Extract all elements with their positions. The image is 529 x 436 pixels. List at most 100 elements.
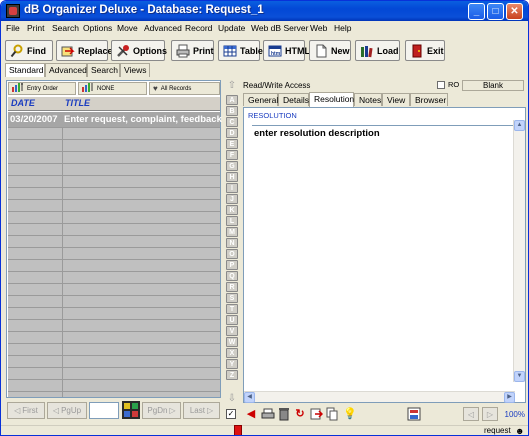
minimize-button[interactable]: _ (468, 3, 485, 20)
exit-button[interactable]: Exit (405, 40, 445, 61)
scroll-up-arrow-icon[interactable]: ▲ (514, 120, 525, 131)
table-row[interactable] (8, 140, 220, 152)
first-button[interactable]: ◁ First (7, 402, 45, 419)
alpha-c[interactable]: C (226, 117, 238, 127)
table-row[interactable] (8, 308, 220, 320)
alpha-d[interactable]: D (226, 128, 238, 138)
scroll-down-icon[interactable]: ⇩ (225, 393, 239, 405)
alpha-z[interactable]: Z (226, 370, 238, 380)
mark-checkbox[interactable]: ✓ (226, 409, 236, 419)
table-row[interactable] (8, 128, 220, 140)
alpha-p[interactable]: P (226, 260, 238, 270)
all-records-button[interactable]: ♥ All Records (149, 82, 220, 95)
table-row[interactable] (8, 236, 220, 248)
prev-record-icon[interactable]: ◁ (463, 407, 479, 421)
export-icon[interactable] (309, 407, 324, 421)
menu-print[interactable]: Print (27, 23, 44, 33)
alpha-l[interactable]: L (226, 216, 238, 226)
save-record-icon[interactable] (407, 407, 421, 421)
tab-browser[interactable]: Browser (410, 93, 448, 106)
html-button[interactable]: htm HTML (263, 40, 310, 61)
column-title-header[interactable]: TITLE (65, 98, 90, 108)
table-row[interactable] (8, 380, 220, 392)
table-row[interactable] (8, 164, 220, 176)
scroll-right-arrow-icon[interactable]: ▶ (504, 392, 515, 403)
alpha-n[interactable]: N (226, 238, 238, 248)
tab-view[interactable]: View (382, 93, 410, 106)
next-record-icon[interactable]: ▷ (482, 407, 498, 421)
pgdn-button[interactable]: PgDn ▷ (142, 402, 181, 419)
menu-file[interactable]: File (6, 23, 20, 33)
alpha-k[interactable]: K (226, 205, 238, 215)
alpha-r[interactable]: R (226, 282, 238, 292)
tab-notes[interactable]: Notes (354, 93, 382, 106)
menu-update[interactable]: Update (218, 23, 245, 33)
scroll-left-arrow-icon[interactable]: ◀ (244, 392, 255, 403)
table-button[interactable]: Table (218, 40, 263, 61)
table-row[interactable] (8, 224, 220, 236)
alpha-g[interactable]: G (226, 161, 238, 171)
lock-icon[interactable] (234, 425, 242, 435)
last-button[interactable]: Last ▷ (183, 402, 220, 419)
tab-standard[interactable]: Standard (5, 63, 45, 77)
pgup-button[interactable]: ◁ PgUp (47, 402, 87, 419)
back-arrow-icon[interactable]: ◀ (244, 407, 258, 421)
alpha-a[interactable]: A (226, 95, 238, 105)
menu-record[interactable]: Record (185, 23, 212, 33)
alpha-e[interactable]: E (226, 139, 238, 149)
table-row[interactable] (8, 260, 220, 272)
alpha-j[interactable]: J (226, 194, 238, 204)
title-bar[interactable]: dB Organizer Deluxe - Database: Request_… (1, 1, 528, 21)
alpha-v[interactable]: V (226, 326, 238, 336)
menu-advanced[interactable]: Advanced (144, 23, 182, 33)
sort-none-button[interactable]: NONE (78, 82, 147, 95)
load-button[interactable]: Load (355, 40, 400, 61)
alpha-y[interactable]: Y (226, 359, 238, 369)
trash-icon[interactable] (277, 407, 291, 421)
menu-help[interactable]: Help (334, 23, 351, 33)
find-button[interactable]: Find (5, 40, 53, 61)
alpha-s[interactable]: S (226, 293, 238, 303)
menu-web[interactable]: Web (310, 23, 327, 33)
tab-views[interactable]: Views (120, 63, 150, 77)
copy-icon[interactable] (325, 407, 339, 421)
table-row[interactable] (8, 152, 220, 164)
table-row[interactable] (8, 188, 220, 200)
table-row[interactable] (8, 248, 220, 260)
menu-web-db-server[interactable]: Web dB Server (251, 23, 308, 33)
alpha-t[interactable]: T (226, 304, 238, 314)
alpha-b[interactable]: B (226, 106, 238, 116)
table-row[interactable] (8, 344, 220, 356)
tab-details[interactable]: Details (278, 93, 309, 106)
replace-button[interactable]: Replace (56, 40, 113, 61)
tab-advanced[interactable]: Advanced (45, 63, 87, 77)
alpha-h[interactable]: H (226, 172, 238, 182)
sort-entry-order-button[interactable]: Entry Order (8, 82, 76, 95)
grid-view-icon[interactable] (122, 401, 140, 419)
tab-search[interactable]: Search (87, 63, 120, 77)
table-row[interactable] (8, 272, 220, 284)
horizontal-scrollbar[interactable]: ◀ ▶ (244, 391, 515, 403)
print-button[interactable]: Print (171, 40, 214, 61)
alpha-q[interactable]: Q (226, 271, 238, 281)
table-row[interactable] (8, 320, 220, 332)
column-date-header[interactable]: DATE (11, 98, 35, 108)
close-button[interactable]: ✕ (506, 3, 523, 20)
options-button[interactable]: Options (111, 40, 167, 61)
ro-checkbox[interactable] (437, 81, 445, 89)
record-number-input[interactable] (89, 402, 119, 419)
alpha-w[interactable]: W (226, 337, 238, 347)
scroll-down-arrow-icon[interactable]: ▼ (514, 371, 525, 382)
menu-search[interactable]: Search (52, 23, 79, 33)
menu-options[interactable]: Options (83, 23, 112, 33)
new-button[interactable]: New (309, 40, 351, 61)
table-row[interactable] (8, 212, 220, 224)
alpha-u[interactable]: U (226, 315, 238, 325)
maximize-button[interactable]: □ (487, 3, 504, 20)
alpha-m[interactable]: M (226, 227, 238, 237)
menu-move[interactable]: Move (117, 23, 138, 33)
refresh-icon[interactable]: ↻ (293, 407, 307, 421)
table-row[interactable] (8, 356, 220, 368)
table-row[interactable] (8, 284, 220, 296)
tab-general[interactable]: General (243, 93, 278, 106)
